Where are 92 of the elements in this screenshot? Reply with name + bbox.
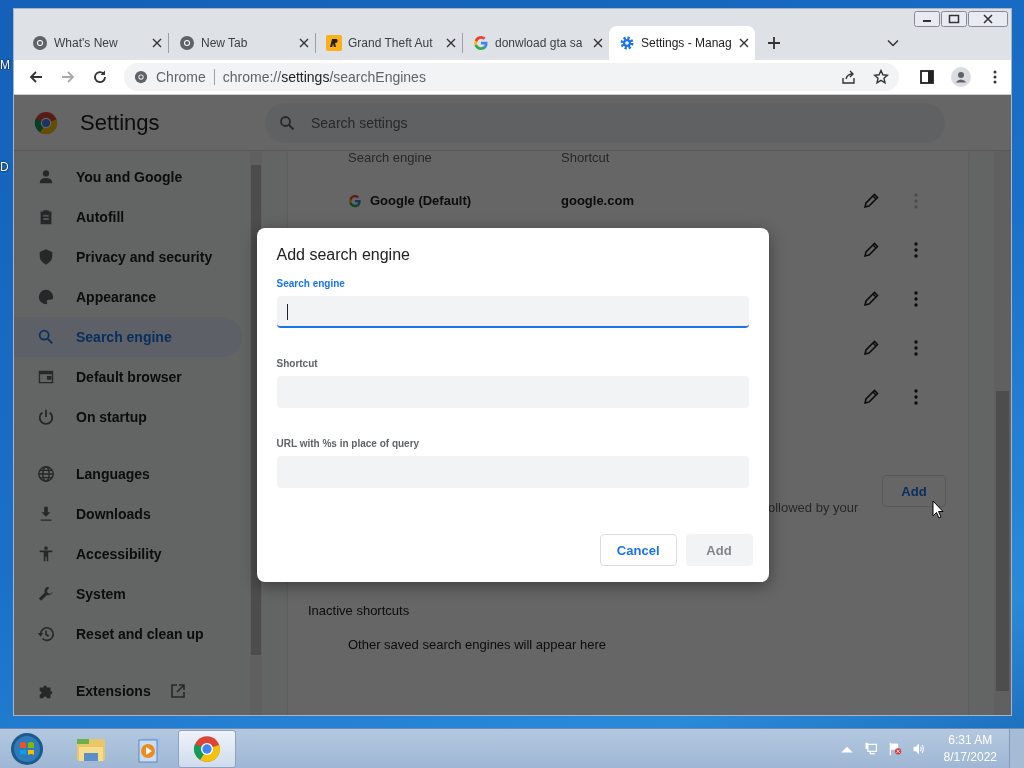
engine-shortcut: google.com [561, 193, 634, 208]
sidebar-item[interactable]: Downloads [14, 494, 242, 534]
close-icon[interactable] [739, 38, 749, 48]
power-icon [37, 408, 55, 426]
sidebar-item[interactable]: Reset and clean up [14, 614, 242, 654]
more-icon[interactable] [913, 240, 919, 259]
more-icon[interactable] [913, 387, 919, 406]
search-icon [279, 114, 295, 131]
sidebar-item[interactable]: You and Google [14, 157, 242, 197]
reload-icon[interactable] [92, 69, 108, 85]
more-icon[interactable] [913, 289, 919, 308]
chrome-logo-icon [191, 734, 223, 763]
close-icon[interactable] [446, 38, 456, 48]
browser-tab[interactable]: Settings - Manag [609, 26, 755, 60]
browser-icon [37, 368, 55, 386]
pencil-icon[interactable] [861, 190, 881, 211]
clock-time: 6:31 AM [948, 731, 993, 749]
sidebar-item[interactable]: Languages [14, 454, 242, 494]
maximize-icon[interactable] [941, 11, 967, 27]
engine-name: Google (Default) [370, 193, 472, 208]
chrome-logo-icon [34, 110, 58, 135]
field-label: Shortcut [276, 358, 319, 369]
close-icon[interactable] [299, 38, 309, 48]
address-bar[interactable]: Chrome chrome://settings/searchEngines [124, 63, 899, 91]
start-button[interactable] [10, 731, 44, 766]
share-icon[interactable] [841, 69, 857, 85]
taskbar-button[interactable] [178, 729, 236, 768]
sidebar-item[interactable]: Default browser [14, 357, 242, 397]
settings-icon [619, 35, 635, 51]
globe-icon [37, 465, 55, 483]
globe-icon [179, 35, 195, 51]
desktop-icon-label: M [0, 58, 10, 72]
profile-avatar-icon[interactable] [951, 67, 971, 87]
chevron-down-icon[interactable] [887, 39, 899, 47]
browser-tab[interactable]: donwload gta sa [463, 26, 609, 60]
sidebar-item[interactable]: Autofill [14, 197, 242, 237]
browser-tab[interactable]: What's New [22, 26, 168, 60]
sidebar-item[interactable]: Privacy and security [14, 237, 242, 277]
scrollbar[interactable] [994, 151, 1011, 715]
settings-title: Settings [80, 109, 161, 136]
forward-arrow-icon[interactable] [60, 69, 76, 85]
shield-icon [37, 248, 55, 266]
history-icon [37, 625, 55, 643]
person-icon [37, 168, 55, 186]
empty-message: Other saved search engines will appear here [347, 637, 607, 652]
sidebar-item[interactable]: Search engine [14, 317, 242, 357]
field-label: URL with %s in place of query [276, 438, 421, 449]
desktop-icon-label: D [0, 160, 10, 174]
field-label: Search engine [276, 278, 346, 289]
sidebar-item[interactable]: Appearance [14, 277, 242, 317]
browser-tab[interactable]: New Tab [169, 26, 315, 60]
plus-icon[interactable] [767, 36, 781, 50]
add-button[interactable]: Add [882, 475, 946, 507]
description-text: ollowed by your [768, 500, 859, 515]
column-header: Search engine [348, 149, 433, 165]
sidebar-item[interactable]: Accessibility [14, 534, 242, 574]
globe-icon [134, 70, 148, 84]
section-title: Inactive shortcuts [308, 603, 411, 618]
clock-date: 8/17/2022 [943, 748, 997, 766]
site-label: Chrome [156, 69, 206, 85]
google-icon [348, 193, 362, 208]
sidebar-item[interactable]: Extensions [14, 671, 242, 711]
url-text: chrome://settings/searchEngines [222, 69, 426, 85]
minimize-icon[interactable] [914, 11, 940, 27]
browser-tab[interactable]: Grand Theft Aut [316, 26, 462, 60]
input-field[interactable] [276, 296, 749, 328]
cursor-icon [932, 500, 944, 519]
game-logo-icon [326, 35, 342, 51]
google-icon [473, 35, 489, 51]
pencil-icon[interactable] [861, 337, 881, 358]
dialog-title: Add search engine [276, 246, 411, 264]
globe-icon [32, 35, 48, 51]
close-icon[interactable] [593, 38, 603, 48]
search-field[interactable]: Search settings [265, 102, 945, 143]
star-icon[interactable] [873, 69, 889, 85]
pencil-icon[interactable] [861, 239, 881, 260]
cancel-button[interactable]: Cancel [599, 534, 677, 566]
wrench-icon [37, 585, 55, 603]
sidebar-item[interactable]: System [14, 574, 242, 614]
palette-icon [37, 288, 55, 306]
flag-icon[interactable] [887, 741, 902, 756]
close-icon[interactable] [968, 11, 1008, 27]
side-panel-icon[interactable] [919, 69, 935, 85]
pencil-icon[interactable] [861, 288, 881, 309]
pencil-icon[interactable] [861, 386, 881, 407]
close-icon[interactable] [152, 38, 162, 48]
search-icon [37, 328, 55, 346]
accessibility-icon [37, 545, 55, 563]
sidebar-item[interactable]: On startup [14, 397, 242, 437]
back-arrow-icon[interactable] [28, 69, 44, 85]
column-header: Shortcut [561, 149, 611, 165]
more-icon[interactable] [913, 338, 919, 357]
